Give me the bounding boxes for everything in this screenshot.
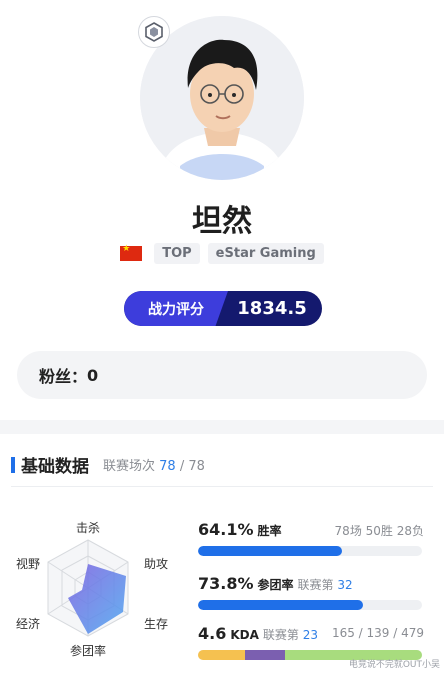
cn-flag-icon: [120, 244, 143, 261]
section-accent-bar: [11, 456, 15, 473]
matches-label: 联赛场次: [103, 459, 156, 474]
matches-total: 78: [188, 459, 205, 474]
kda-value: 4.6: [198, 624, 227, 643]
kp-bar: [198, 600, 422, 610]
kda-rank: 联赛第 23: [263, 626, 318, 643]
kda-deaths-segment: [245, 650, 285, 660]
kp-value: 73.8%: [198, 574, 254, 593]
power-score-badge: 战力评分 1834.5: [124, 291, 322, 326]
kp-rank: 联赛第 32: [298, 576, 353, 593]
win-rate-bar-fill: [198, 546, 342, 556]
win-rate-detail: 78场 50胜 28负: [334, 524, 424, 538]
team-tag[interactable]: eStar Gaming: [207, 243, 324, 264]
radar-label-kp: 参团率: [70, 643, 106, 658]
basic-stats-section: 基础数据 联赛场次 78 / 78 击杀 助攻 生存 参团率 经济 视野 64.…: [0, 434, 444, 674]
win-rate-label: 胜率: [257, 524, 282, 538]
win-rate-stat: 64.1% 胜率 78场 50胜 28负: [198, 520, 424, 556]
kda-stat: 4.6 KDA 联赛第 23 165 / 139 / 479: [198, 624, 424, 660]
power-score-label: 战力评分: [124, 291, 228, 326]
kda-rank-label: 联赛第: [262, 628, 299, 642]
kp-rank-value: 32: [337, 578, 353, 592]
position-tag: TOP: [154, 243, 200, 264]
kill-participation-stat: 73.8% 参团率 联赛第 32: [198, 574, 424, 610]
power-score-value: 1834.5: [237, 298, 307, 319]
win-rate-value: 64.1%: [198, 520, 254, 539]
matches-count: 联赛场次 78 / 78: [103, 455, 205, 474]
fans-count: 粉丝： 0: [17, 351, 427, 399]
team-logo-icon: [138, 16, 170, 48]
radar-label-assists: 助攻: [144, 557, 168, 571]
kp-label: 参团率: [257, 578, 294, 592]
win-rate-bar: [198, 546, 422, 556]
matches-separator: /: [179, 459, 185, 474]
radar-label-vision: 视野: [16, 556, 40, 571]
watermark: 电竞说不完就OUT小吴: [348, 660, 440, 670]
section-header: 基础数据 联赛场次 78 / 78: [11, 452, 205, 477]
radar-label-survival: 生存: [144, 617, 168, 631]
radar-label-kills: 击杀: [76, 520, 100, 535]
kda-detail: 165 / 139 / 479: [331, 626, 424, 640]
kp-bar-fill: [198, 600, 364, 610]
matches-played: 78: [159, 459, 176, 474]
radar-chart: 击杀 助攻 生存 参团率 经济 视野: [16, 520, 168, 658]
radar-label-gold: 经济: [16, 616, 40, 631]
kda-label: KDA: [230, 628, 259, 642]
kda-rank-value: 23: [302, 628, 319, 642]
section-title: 基础数据: [21, 457, 89, 477]
player-profile: 坦然 TOP eStar Gaming 战力评分 1834.5 粉丝： 0: [0, 0, 444, 420]
kda-kills-segment: [198, 650, 246, 660]
player-tags: TOP eStar Gaming: [0, 243, 444, 264]
player-name: 坦然: [192, 204, 252, 239]
kp-rank-label: 联赛第: [297, 578, 334, 592]
section-divider: [0, 420, 444, 434]
fans-label: 粉丝：: [39, 367, 88, 386]
fans-value: 0: [87, 365, 99, 385]
header-divider: [11, 486, 433, 487]
